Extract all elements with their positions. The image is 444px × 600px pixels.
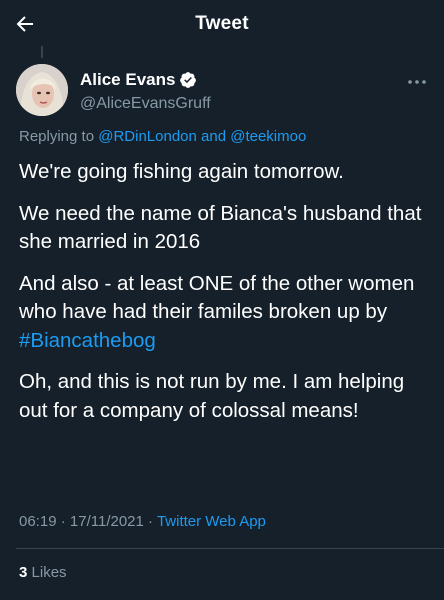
tweet-paragraph: And also - at least ONE of the other wom… xyxy=(19,270,429,356)
tweet-date[interactable]: 17/11/2021 xyxy=(70,513,144,530)
reply-user-link[interactable]: @RDinLondon xyxy=(98,128,197,145)
tweet-paragraph: We need the name of Bianca's husband tha… xyxy=(19,201,422,254)
hashtag-link[interactable]: #Biancathebog xyxy=(19,329,156,352)
likes-label[interactable]: Likes xyxy=(32,564,67,581)
likes-count[interactable]: 3 xyxy=(19,564,27,581)
replying-prefix: Replying to xyxy=(19,128,95,145)
thread-connector-line xyxy=(41,46,43,58)
author-name-row[interactable]: Alice Evans xyxy=(80,70,197,90)
tweet-time[interactable]: 06:19 xyxy=(19,513,57,530)
tweet-paragraph-text: And also - at least ONE of the other wom… xyxy=(19,271,415,324)
meta-separator: · xyxy=(148,513,154,530)
replying-to: Replying to @RDinLondon and @teekimoo xyxy=(19,128,306,145)
divider xyxy=(16,548,444,549)
verified-badge-icon xyxy=(179,71,197,89)
top-bar: Tweet xyxy=(0,0,444,48)
reply-conjunction[interactable]: and xyxy=(201,128,226,145)
tweet-paragraph: We're going fishing again tomorrow. xyxy=(19,160,344,183)
tweet-metadata: 06:19 · 17/11/2021 · Twitter Web App xyxy=(19,513,266,530)
author-handle[interactable]: @AliceEvansGruff xyxy=(80,95,211,113)
tweet-source-link[interactable]: Twitter Web App xyxy=(157,513,266,530)
page-title: Tweet xyxy=(195,13,249,34)
tweet-text: We're going fishing again tomorrow. We n… xyxy=(19,158,429,438)
more-options-icon[interactable] xyxy=(406,74,428,84)
meta-separator: · xyxy=(60,513,66,530)
tweet-paragraph: Oh, and this is not run by me. I am help… xyxy=(19,370,405,422)
avatar[interactable] xyxy=(16,64,68,116)
author-name[interactable]: Alice Evans xyxy=(80,70,175,90)
likes-stat[interactable]: 3 Likes xyxy=(19,564,67,581)
reply-user-link[interactable]: @teekimoo xyxy=(230,128,306,145)
